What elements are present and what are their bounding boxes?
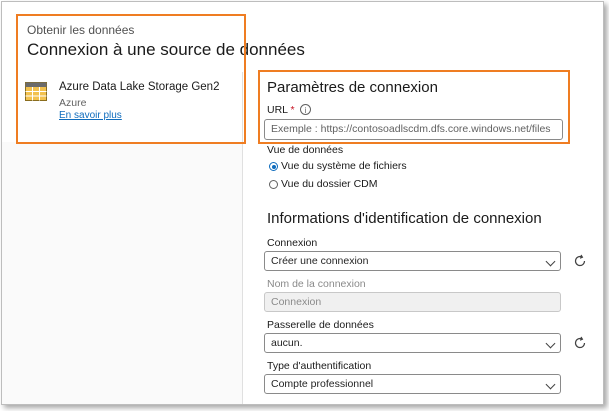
page-title: Connexion à une source de données [27,40,305,59]
chevron-down-icon [545,256,556,267]
gateway-dropdown[interactable]: aucun. [264,333,561,353]
table-grid-icon [25,82,47,101]
connection-dropdown-value: Créer une connexion [271,255,369,267]
radio-cdm-view[interactable] [269,180,278,189]
radio-filesystem-view[interactable] [269,162,278,171]
learn-more-link[interactable]: En savoir plus [59,110,122,121]
url-input[interactable]: Exemple : https://contosoadlscdm.dfs.cor… [264,119,563,140]
radio-filesystem-view-label[interactable]: Vue du système de fichiers [281,160,407,172]
credentials-title: Informations d'identification de connexi… [267,210,542,227]
refresh-icon[interactable] [573,336,587,350]
connection-name-input: Connexion [264,292,561,312]
dialog-frame: Obtenir les données Connexion à une sour… [1,1,604,405]
connector-category: Azure [59,97,87,109]
gateway-dropdown-value: aucun. [271,337,303,349]
radio-cdm-view-label[interactable]: Vue du dossier CDM [281,178,377,190]
breadcrumb[interactable]: Obtenir les données [27,23,134,37]
chevron-down-icon [545,338,556,349]
gateway-label: Passerelle de données [267,319,374,331]
chevron-down-icon [545,379,556,390]
connection-label: Connexion [267,237,318,249]
auth-type-dropdown-value: Compte professionnel [271,378,374,390]
connection-settings-title: Paramètres de connexion [267,79,438,96]
auth-type-dropdown[interactable]: Compte professionnel [264,374,561,394]
data-view-label: Vue de données [267,144,344,156]
connection-name-label: Nom de la connexion [267,278,366,290]
refresh-icon[interactable] [573,254,587,268]
auth-type-label: Type d'authentification [267,360,372,372]
info-icon[interactable]: i [300,104,311,115]
url-label: URL * [267,104,295,116]
connector-name: Azure Data Lake Storage Gen2 [59,81,220,93]
url-label-text: URL [267,104,288,116]
required-marker: * [290,104,295,116]
connection-dropdown[interactable]: Créer une connexion [264,251,561,271]
